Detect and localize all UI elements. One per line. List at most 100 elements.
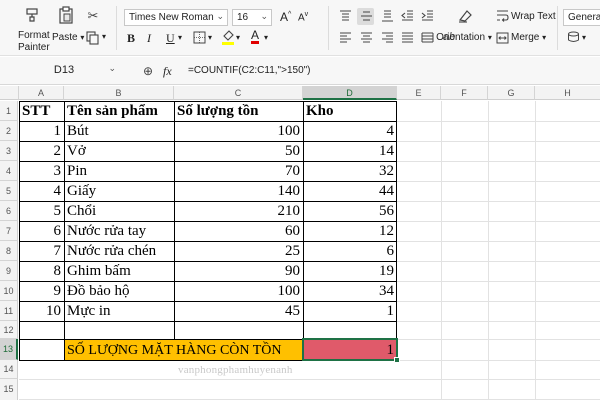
orientation-button[interactable]: abOrientation ▾ (436, 32, 492, 43)
row-header-1[interactable]: 1 (0, 101, 18, 121)
justify-icon[interactable] (400, 32, 414, 47)
cell-warehouse[interactable]: 14 (303, 142, 397, 161)
cell-stock[interactable]: 50 (174, 142, 303, 161)
cell-stt[interactable]: 5 (19, 202, 64, 221)
cell-stock[interactable]: 45 (174, 302, 303, 321)
paste-button[interactable]: Paste ▾ (52, 32, 84, 43)
insert-function-button[interactable]: fx (163, 64, 172, 79)
format-painter-button[interactable]: Format Painter (18, 30, 50, 54)
merge-button[interactable]: Merge ▾ (511, 32, 546, 43)
underline-chevron-icon[interactable]: ▾ (178, 33, 182, 42)
cell-warehouse[interactable]: 44 (303, 182, 397, 201)
cell-stock[interactable]: 210 (174, 202, 303, 221)
cell-stock[interactable]: 140 (174, 182, 303, 201)
formula-input[interactable]: =COUNTIF(C2:C11,">150") (188, 65, 311, 76)
cell-product[interactable]: Đồ bảo hộ (64, 282, 133, 301)
cell-warehouse[interactable]: 19 (303, 262, 397, 281)
cell-product[interactable]: Nước rửa chén (64, 242, 159, 261)
cell-stt[interactable]: 6 (19, 222, 64, 241)
grow-font-button[interactable]: A^ (280, 10, 291, 24)
cell-stt[interactable]: 2 (19, 142, 64, 161)
fill-color-chevron-icon[interactable]: ▾ (236, 33, 240, 42)
column-header-d[interactable]: D (303, 86, 397, 100)
align-center-icon[interactable] (359, 32, 373, 47)
cell-product[interactable]: Giấy (64, 182, 99, 201)
column-header-h[interactable]: H (535, 86, 600, 100)
column-header-f[interactable]: F (441, 86, 488, 100)
currency-icon[interactable] (566, 31, 580, 46)
cell-warehouse[interactable]: 56 (303, 202, 397, 221)
cell-stock[interactable]: 100 (174, 282, 303, 301)
cell-stock[interactable]: 25 (174, 242, 303, 261)
cell-product[interactable]: Nước rửa tay (64, 222, 149, 241)
row-header-2[interactable]: 2 (0, 121, 18, 141)
row-header-12[interactable]: 12 (0, 321, 18, 339)
cell-stock[interactable]: 90 (174, 262, 303, 281)
cut-icon[interactable]: ✂ (86, 9, 100, 23)
underline-button[interactable]: U (166, 31, 175, 46)
column-header-b[interactable]: B (64, 86, 174, 100)
align-top-icon[interactable] (338, 10, 352, 25)
cell-stock[interactable]: 60 (174, 222, 303, 241)
font-name-select[interactable]: Times New Roman ⌄ (124, 9, 228, 26)
fill-handle[interactable] (394, 357, 400, 363)
align-bottom-icon[interactable] (380, 10, 394, 25)
zoom-icon[interactable]: ⊕ (141, 64, 155, 78)
number-format-select[interactable]: General (563, 9, 600, 26)
copy-chevron-icon[interactable]: ▾ (102, 32, 106, 41)
cell-product[interactable]: Chổi (64, 202, 99, 221)
bold-button[interactable]: B (127, 31, 135, 46)
column-header-e[interactable]: E (397, 86, 441, 100)
cell-stock[interactable]: 70 (174, 162, 303, 181)
row-header-13[interactable]: 13 (0, 339, 18, 360)
borders-icon[interactable] (192, 31, 206, 47)
cell-warehouse[interactable]: 34 (303, 282, 397, 301)
cell-warehouse[interactable]: 1 (303, 302, 397, 321)
cell-stt[interactable]: 10 (19, 302, 64, 321)
align-middle-icon[interactable] (359, 10, 373, 25)
cell-warehouse[interactable]: 32 (303, 162, 397, 181)
header-stt[interactable]: STT (19, 102, 53, 121)
name-box[interactable]: D13 ⌄ (8, 61, 120, 81)
cell-warehouse[interactable]: 4 (303, 122, 397, 141)
cell-product[interactable]: Mực in (64, 302, 114, 321)
cell-stt[interactable]: 3 (19, 162, 64, 181)
row-header-4[interactable]: 4 (0, 161, 18, 181)
column-header-c[interactable]: C (174, 86, 303, 100)
row-header-11[interactable]: 11 (0, 301, 18, 321)
header-stock[interactable]: Số lượng tồn (174, 102, 262, 121)
merge-icon[interactable] (495, 32, 509, 47)
header-product[interactable]: Tên sản phẩm (64, 102, 161, 121)
cell-stt[interactable]: 4 (19, 182, 64, 201)
align-left-icon[interactable] (338, 32, 352, 47)
borders-chevron-icon[interactable]: ▾ (208, 33, 212, 42)
wrap-text-button[interactable]: Wrap Text (511, 11, 556, 22)
row-header-8[interactable]: 8 (0, 241, 18, 261)
copy-icon[interactable] (86, 31, 100, 48)
fill-color-icon[interactable] (221, 30, 235, 49)
cell-product[interactable]: Pin (64, 162, 90, 181)
currency-chevron-icon[interactable]: ▾ (582, 33, 586, 42)
cell-warehouse[interactable]: 12 (303, 222, 397, 241)
cell-stt[interactable]: 9 (19, 282, 64, 301)
italic-button[interactable]: I (147, 31, 151, 46)
row-header-6[interactable]: 6 (0, 201, 18, 221)
row-header-7[interactable]: 7 (0, 221, 18, 241)
align-right-icon[interactable] (380, 32, 394, 47)
cell-stock[interactable]: 100 (174, 122, 303, 141)
cell-product[interactable]: Vở (64, 142, 89, 161)
cell-stt[interactable]: 8 (19, 262, 64, 281)
distributed-icon[interactable] (420, 32, 434, 47)
row-header-5[interactable]: 5 (0, 181, 18, 201)
paste-icon[interactable] (58, 6, 74, 27)
column-header-a[interactable]: A (19, 86, 64, 100)
wrap-text-icon[interactable] (495, 10, 509, 25)
decrease-indent-icon[interactable] (400, 10, 414, 25)
increase-indent-icon[interactable] (420, 10, 434, 25)
select-all-corner[interactable] (0, 86, 19, 100)
shrink-font-button[interactable]: Av (298, 11, 308, 23)
cell-stt[interactable]: 1 (19, 122, 64, 141)
row-header-9[interactable]: 9 (0, 261, 18, 281)
format-painter-icon[interactable] (24, 7, 40, 26)
cell-stt[interactable]: 7 (19, 242, 64, 261)
